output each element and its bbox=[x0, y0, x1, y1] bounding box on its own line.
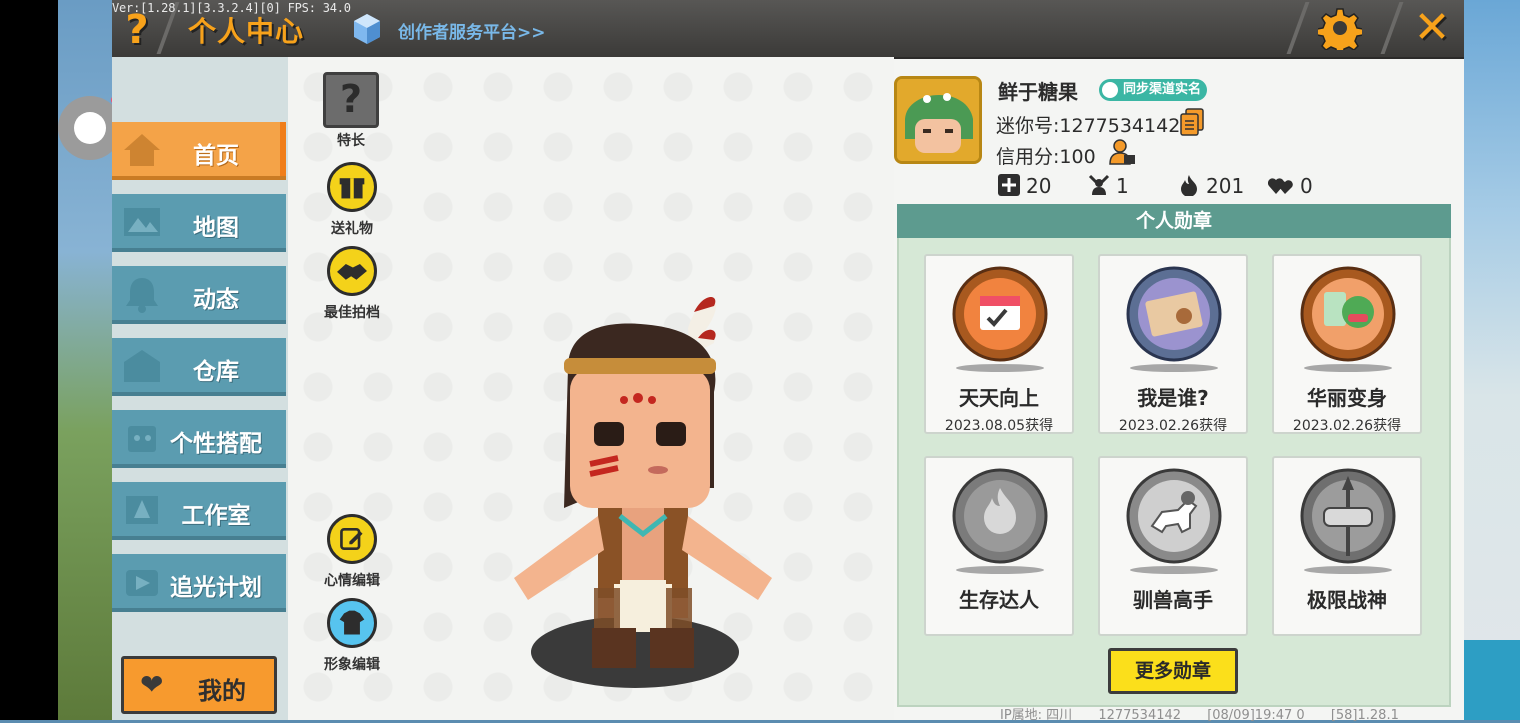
more-medals-button[interactable]: 更多勋章 bbox=[1108, 648, 1238, 694]
outfit-shirt-icon bbox=[327, 598, 377, 648]
medal-name: 驯兽高手 bbox=[1133, 588, 1213, 612]
sidebar-item-home[interactable]: 首页 bbox=[112, 122, 286, 180]
user-check-icon bbox=[1102, 82, 1118, 98]
close-button[interactable]: ✕ bbox=[1410, 6, 1454, 50]
real-name-verified-badge[interactable]: 同步渠道实名 bbox=[1099, 79, 1208, 101]
mini-id: 迷你号:1277534142 bbox=[996, 115, 1181, 137]
footer-build: [58]1.28.1 bbox=[1330, 708, 1399, 723]
version-fps-readout: Ver:[1.28.1][3.3.2.4][0] FPS: 34.0 bbox=[112, 1, 351, 15]
calendar-medal-icon bbox=[952, 266, 1048, 362]
player-avatar[interactable] bbox=[508, 288, 778, 688]
credit-score: 信用分:100 bbox=[996, 146, 1096, 168]
medal-card[interactable]: 天天向上 2023.08.05获得 bbox=[924, 254, 1074, 434]
medal-name: 华丽变身 bbox=[1307, 386, 1387, 410]
medal-card[interactable]: 极限战神 bbox=[1272, 456, 1422, 636]
medal-card[interactable]: 华丽变身 2023.02.26获得 bbox=[1272, 254, 1422, 434]
flame-icon bbox=[1181, 175, 1197, 196]
dino-costume-medal-icon bbox=[1300, 266, 1396, 362]
boss-spear-medal-icon bbox=[1300, 468, 1396, 564]
footer-info: IP属地: 四川 1277534142 [08/09]19:47 0 [58]1… bbox=[1000, 704, 1421, 723]
sidebar-item-label: 动态 bbox=[193, 287, 239, 313]
sidebar-item-label: 首页 bbox=[193, 143, 239, 169]
talent-button[interactable]: ? 特长 bbox=[318, 72, 384, 150]
medal-name: 极限战神 bbox=[1307, 588, 1387, 612]
ip-location: IP属地: 四川 bbox=[1000, 708, 1073, 723]
heart-icon: ❤ bbox=[140, 668, 164, 701]
medal-card[interactable]: 驯兽高手 bbox=[1098, 456, 1248, 636]
credit-profile-icon[interactable] bbox=[1108, 138, 1136, 166]
copy-icon[interactable] bbox=[1180, 108, 1204, 136]
mood-edit-button[interactable]: 心情编辑 bbox=[319, 514, 385, 590]
medal-card[interactable]: 我是谁? 2023.02.26获得 bbox=[1098, 254, 1248, 434]
footer-timestamp: [08/09]19:47 0 bbox=[1207, 708, 1305, 723]
stat-value: 0 bbox=[1300, 174, 1313, 198]
sidebar-item-warehouse[interactable]: 仓库 bbox=[112, 338, 286, 396]
stat-popularity: 201 bbox=[1178, 174, 1244, 200]
medals-title: 个人勋章 bbox=[897, 204, 1451, 238]
player-name: 鲜于糖果 bbox=[998, 80, 1078, 104]
stat-value: 201 bbox=[1206, 174, 1245, 198]
tamed-horse-medal-icon bbox=[1126, 468, 1222, 564]
sidebar-item-label: 个性搭配 bbox=[170, 431, 262, 457]
medal-date: 2023.08.05获得 bbox=[944, 418, 1054, 434]
stat-value: 1 bbox=[1116, 174, 1129, 198]
handshake-icon bbox=[327, 246, 377, 296]
medal-name: 天天向上 bbox=[959, 386, 1039, 410]
sidebar-item-label: 工作室 bbox=[181, 503, 251, 529]
plus-square-icon bbox=[998, 174, 1020, 196]
best-partner-button[interactable]: 最佳拍档 bbox=[319, 246, 385, 322]
gear-icon[interactable] bbox=[1318, 6, 1362, 50]
page-title: 个人中心 bbox=[188, 15, 305, 48]
footer-uid: 1277534142 bbox=[1098, 708, 1182, 723]
edit-icon bbox=[327, 514, 377, 564]
sidebar-item-outfit[interactable]: 个性搭配 bbox=[112, 410, 286, 468]
medal-name: 生存达人 bbox=[959, 588, 1039, 612]
creator-platform-link[interactable]: 创作者服务平台>> bbox=[398, 18, 546, 43]
medal-name: 我是谁? bbox=[1137, 386, 1209, 410]
campfire-medal-icon bbox=[952, 468, 1048, 564]
best-partner-label: 最佳拍档 bbox=[324, 305, 380, 321]
question-block-icon: ? bbox=[323, 72, 379, 128]
avatar-portrait bbox=[897, 79, 979, 161]
id-card-medal-icon bbox=[1126, 266, 1222, 362]
fan-icon bbox=[1088, 174, 1110, 195]
send-gift-button[interactable]: 送礼物 bbox=[319, 162, 385, 238]
stat-fans: 1 bbox=[1088, 174, 1129, 200]
sidebar-item-label: 追光计划 bbox=[170, 575, 262, 601]
verify-badge-label: 同步渠道实名 bbox=[1123, 82, 1202, 97]
medal-date: 2023.02.26获得 bbox=[1292, 418, 1402, 434]
mood-edit-label: 心情编辑 bbox=[324, 573, 380, 589]
my-button-label: 我的 bbox=[198, 677, 246, 705]
gift-icon bbox=[327, 162, 377, 212]
sidebar-item-map[interactable]: 地图 bbox=[112, 194, 286, 252]
appearance-edit-label: 形象编辑 bbox=[324, 657, 380, 673]
sidebar-item-label: 仓库 bbox=[193, 359, 239, 385]
appearance-edit-button[interactable]: 形象编辑 bbox=[319, 598, 385, 674]
hearts-icon bbox=[1268, 178, 1293, 194]
my-button[interactable]: ❤ 我的 bbox=[121, 656, 277, 714]
send-gift-label: 送礼物 bbox=[331, 221, 373, 237]
sidebar-item-feed[interactable]: 动态 bbox=[112, 266, 286, 324]
medal-date: 2023.02.26获得 bbox=[1118, 418, 1228, 434]
stat-value: 20 bbox=[1026, 174, 1052, 198]
avatar[interactable] bbox=[894, 76, 982, 164]
talent-label: 特长 bbox=[337, 133, 365, 149]
game-background-right bbox=[1464, 0, 1520, 720]
sidebar-item-studio[interactable]: 工作室 bbox=[112, 482, 286, 540]
stat-likes: 20 bbox=[998, 174, 1051, 200]
sidebar-item-spotlight-plan[interactable]: 追光计划 bbox=[112, 554, 286, 612]
medal-card[interactable]: 生存达人 bbox=[924, 456, 1074, 636]
stat-hearts: 0 bbox=[1268, 174, 1313, 200]
cube-icon[interactable] bbox=[352, 12, 382, 46]
sidebar-item-label: 地图 bbox=[193, 215, 239, 241]
